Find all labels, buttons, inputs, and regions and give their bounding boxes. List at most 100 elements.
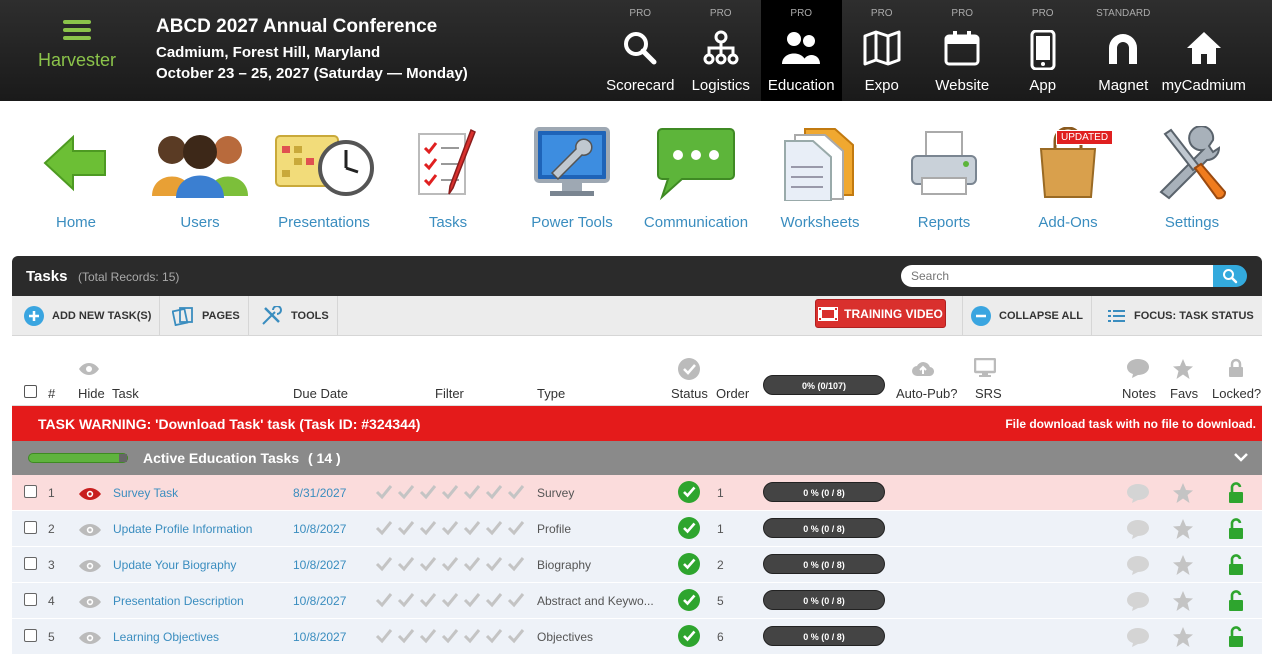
notes-bubble-icon[interactable] [1126,591,1150,611]
notes-bubble-icon[interactable] [1126,555,1150,575]
status-complete-icon[interactable] [678,553,700,575]
filter-check-icon[interactable] [507,484,525,503]
col-favs[interactable]: Favs [1170,386,1198,401]
filter-check-icon[interactable] [507,556,525,575]
col-notes[interactable]: Notes [1122,386,1156,401]
filter-check-icon[interactable] [485,484,503,503]
tool-power-tools[interactable]: Power Tools [510,120,634,231]
filter-check-icon[interactable] [507,592,525,611]
filter-check-icon[interactable] [397,520,415,539]
unlock-icon[interactable] [1228,626,1244,648]
module-magnet[interactable]: STANDARD Magnet [1083,0,1164,101]
status-complete-icon[interactable] [678,589,700,611]
row-checkbox[interactable] [24,521,37,534]
filter-check-icon[interactable] [485,556,503,575]
star-icon[interactable] [1172,554,1194,576]
status-complete-icon[interactable] [678,625,700,647]
col-task[interactable]: Task [112,386,139,401]
select-all-checkbox[interactable] [24,385,37,398]
eye-icon[interactable] [78,559,102,573]
tool-home[interactable]: Home [14,120,138,231]
star-icon[interactable] [1172,518,1194,540]
filter-check-icon[interactable] [397,628,415,647]
col-hide[interactable]: Hide [78,386,105,401]
add-task-button[interactable]: ADD NEW TASK(S) [16,296,161,335]
filter-check-icon[interactable] [419,592,437,611]
col-order[interactable]: Order [716,386,749,401]
module-scorecard[interactable]: PRO Scorecard [600,0,681,101]
tool-tasks[interactable]: Tasks [386,120,510,231]
due-date-link[interactable]: 10/8/2027 [293,594,346,608]
filter-check-icon[interactable] [485,520,503,539]
chevron-down-icon[interactable] [1234,452,1248,462]
col-locked[interactable]: Locked? [1212,386,1261,401]
pages-button[interactable]: PAGES [164,296,249,335]
filter-check-icon[interactable] [441,628,459,647]
tool-reports[interactable]: Reports [882,120,1006,231]
filter-check-icon[interactable] [419,628,437,647]
filter-check-icon[interactable] [441,484,459,503]
tool-presentations[interactable]: Presentations [262,120,386,231]
tool-settings[interactable]: Settings [1130,120,1254,231]
filter-check-icon[interactable] [375,628,393,647]
due-date-link[interactable]: 10/8/2027 [293,558,346,572]
filter-check-icon[interactable] [397,556,415,575]
table-row[interactable]: 1 Survey Task 8/31/2027 Survey 1 0 % (0 / 8) [12,475,1262,511]
filter-check-icon[interactable] [485,592,503,611]
focus-task-status-button[interactable]: FOCUS: TASK STATUS [1100,296,1262,335]
notes-bubble-icon[interactable] [1126,627,1150,647]
table-row[interactable]: 5 Learning Objectives 10/8/2027 Objectives 6… [12,619,1262,655]
task-link[interactable]: Presentation Description [113,594,244,608]
table-row[interactable]: 2 Update Profile Information 10/8/2027 Prof… [12,511,1262,547]
filter-check-icon[interactable] [441,592,459,611]
row-checkbox[interactable] [24,485,37,498]
unlock-icon[interactable] [1228,518,1244,540]
search-button[interactable] [1213,265,1247,287]
star-icon[interactable] [1172,626,1194,648]
module-logistics[interactable]: PRO Logistics [681,0,762,101]
task-link[interactable]: Update Your Biography [113,558,236,572]
unlock-icon[interactable] [1228,590,1244,612]
eye-icon[interactable] [78,595,102,609]
unlock-icon[interactable] [1228,482,1244,504]
notes-bubble-icon[interactable] [1126,483,1150,503]
col-filter[interactable]: Filter [435,386,464,401]
tool-users[interactable]: Users [138,120,262,231]
tool-worksheets[interactable]: Worksheets [758,120,882,231]
due-date-link[interactable]: 10/8/2027 [293,630,346,644]
row-checkbox[interactable] [24,557,37,570]
table-row[interactable]: 3 Update Your Biography 10/8/2027 Biography… [12,547,1262,583]
due-date-link[interactable]: 10/8/2027 [293,522,346,536]
filter-check-icon[interactable] [375,484,393,503]
eye-icon[interactable] [78,487,102,501]
filter-check-icon[interactable] [397,484,415,503]
hamburger-menu-icon[interactable] [63,20,91,40]
task-link[interactable]: Survey Task [113,486,178,500]
filter-check-icon[interactable] [419,520,437,539]
filter-check-icon[interactable] [463,628,481,647]
col-type[interactable]: Type [537,386,565,401]
filter-check-icon[interactable] [441,556,459,575]
module-education[interactable]: PRO Education [761,0,842,101]
filter-check-icon[interactable] [375,520,393,539]
star-icon[interactable] [1172,590,1194,612]
module-expo[interactable]: PRO Expo [842,0,923,101]
task-link[interactable]: Learning Objectives [113,630,219,644]
tool-communication[interactable]: Communication [634,120,758,231]
filter-check-icon[interactable] [463,520,481,539]
row-checkbox[interactable] [24,629,37,642]
collapse-all-button[interactable]: COLLAPSE ALL [962,296,1092,335]
filter-check-icon[interactable] [507,628,525,647]
task-link[interactable]: Update Profile Information [113,522,252,536]
col-status[interactable]: Status [671,386,708,401]
tools-button[interactable]: TOOLS [253,296,338,335]
group-header[interactable]: Active Education Tasks ( 14 ) [12,441,1262,475]
eye-icon[interactable] [78,631,102,645]
tool-add-ons[interactable]: UPDATED Add-Ons [1006,120,1130,231]
filter-check-icon[interactable] [507,520,525,539]
table-row[interactable]: 4 Presentation Description 10/8/2027 Abstra… [12,583,1262,619]
notes-bubble-icon[interactable] [1126,519,1150,539]
search-input[interactable] [901,265,1213,287]
module-website[interactable]: PRO Website [922,0,1003,101]
filter-check-icon[interactable] [397,592,415,611]
